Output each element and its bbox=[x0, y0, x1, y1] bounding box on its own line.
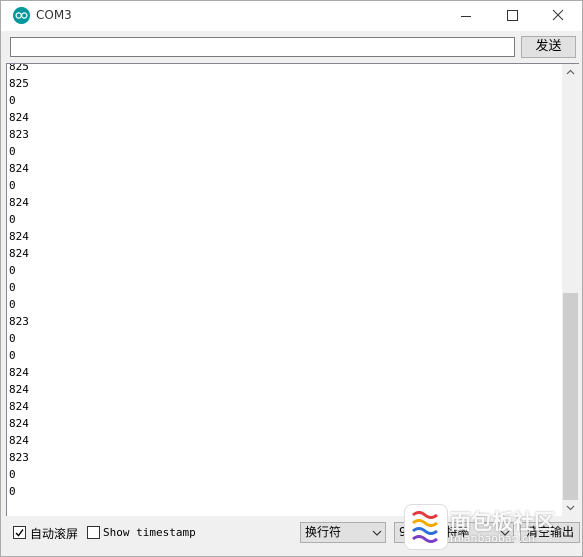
bottom-toolbar: 自动滚屏 Show timestamp 换行符 9600 波特率 清空输出 bbox=[1, 518, 582, 556]
output-line: 0 bbox=[9, 298, 16, 311]
output-line: 0 bbox=[9, 94, 16, 107]
output-line: 823 bbox=[9, 315, 29, 328]
output-line: 0 bbox=[9, 179, 16, 192]
timestamp-label[interactable]: Show timestamp bbox=[103, 526, 196, 539]
output-line: 824 bbox=[9, 417, 29, 430]
autoscroll-label[interactable]: 自动滚屏 bbox=[30, 525, 78, 542]
output-line: 825 bbox=[9, 77, 29, 90]
output-line: 0 bbox=[9, 468, 16, 481]
chevron-down-icon bbox=[500, 530, 510, 536]
output-line: 0 bbox=[9, 349, 16, 362]
send-input[interactable] bbox=[10, 37, 515, 57]
chevron-up-icon bbox=[566, 69, 575, 75]
line-ending-value: 换行符 bbox=[305, 525, 342, 539]
output-line: 824 bbox=[9, 434, 29, 447]
close-button[interactable] bbox=[535, 1, 581, 31]
output-line: 823 bbox=[9, 451, 29, 464]
line-ending-select[interactable]: 换行符 bbox=[300, 522, 386, 543]
baud-rate-value: 9600 波特率 bbox=[399, 525, 470, 539]
output-text: 825 825 0 824 823 0 824 0 824 0 824 824 0 0 0 823 0 0 824 8… bbox=[9, 63, 29, 500]
output-line: 0 bbox=[9, 264, 16, 277]
output-line: 824 bbox=[9, 247, 29, 260]
arduino-logo-icon bbox=[13, 7, 30, 24]
timestamp-checkbox[interactable] bbox=[87, 526, 100, 539]
clear-output-button[interactable]: 清空输出 bbox=[520, 522, 580, 543]
scroll-up-button[interactable] bbox=[562, 64, 579, 81]
maximize-icon bbox=[507, 10, 518, 21]
chevron-down-icon bbox=[566, 505, 575, 511]
send-button[interactable]: 发送 bbox=[521, 36, 576, 58]
baud-rate-select[interactable]: 9600 波特率 bbox=[394, 522, 514, 543]
vertical-scrollbar[interactable] bbox=[562, 64, 579, 516]
output-line: 0 bbox=[9, 281, 16, 294]
minimize-icon bbox=[461, 16, 471, 17]
close-icon bbox=[552, 9, 564, 21]
maximize-button[interactable] bbox=[489, 1, 535, 31]
output-line: 825 bbox=[9, 63, 29, 73]
scroll-down-button[interactable] bbox=[562, 499, 579, 516]
output-line: 824 bbox=[9, 162, 29, 175]
window-title: COM3 bbox=[36, 8, 72, 22]
checkmark-icon bbox=[15, 529, 24, 537]
output-line: 824 bbox=[9, 111, 29, 124]
output-line: 824 bbox=[9, 196, 29, 209]
output-line: 0 bbox=[9, 485, 16, 498]
output-line: 0 bbox=[9, 332, 16, 345]
chevron-down-icon bbox=[372, 530, 382, 536]
minimize-button[interactable] bbox=[443, 1, 489, 31]
output-line: 0 bbox=[9, 145, 16, 158]
output-line: 823 bbox=[9, 128, 29, 141]
output-line: 824 bbox=[9, 366, 29, 379]
serial-output[interactable]: 825 825 0 824 823 0 824 0 824 0 824 824 0 0 0 823 0 0 824 8… bbox=[6, 63, 579, 516]
title-bar[interactable]: COM3 bbox=[1, 1, 582, 31]
output-line: 0 bbox=[9, 213, 16, 226]
autoscroll-checkbox[interactable] bbox=[13, 526, 26, 539]
scroll-thumb[interactable] bbox=[563, 293, 578, 500]
serial-monitor-window: COM3 发送 825 825 0 824 823 0 824 0 824 0 824 824 0 0 0 8… bbox=[0, 0, 583, 557]
output-line: 824 bbox=[9, 383, 29, 396]
output-line: 824 bbox=[9, 400, 29, 413]
output-line: 824 bbox=[9, 230, 29, 243]
